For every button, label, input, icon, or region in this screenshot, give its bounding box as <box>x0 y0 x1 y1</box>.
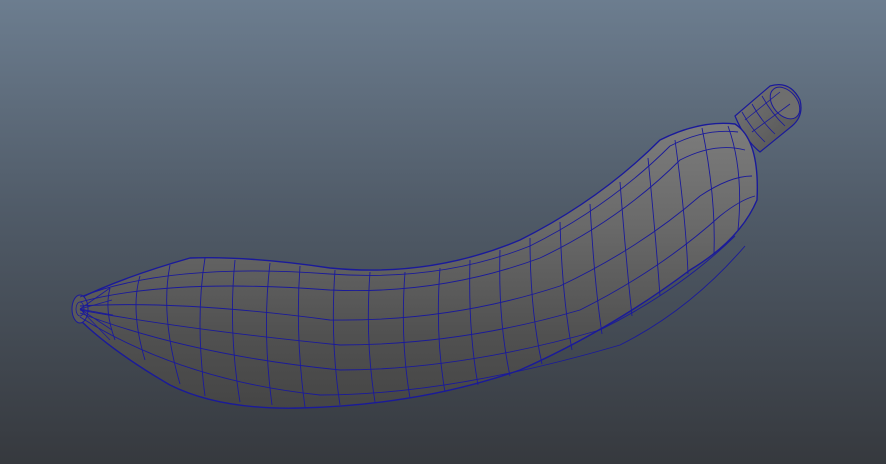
3d-viewport[interactable] <box>0 0 886 464</box>
banana-mesh[interactable] <box>0 0 886 464</box>
